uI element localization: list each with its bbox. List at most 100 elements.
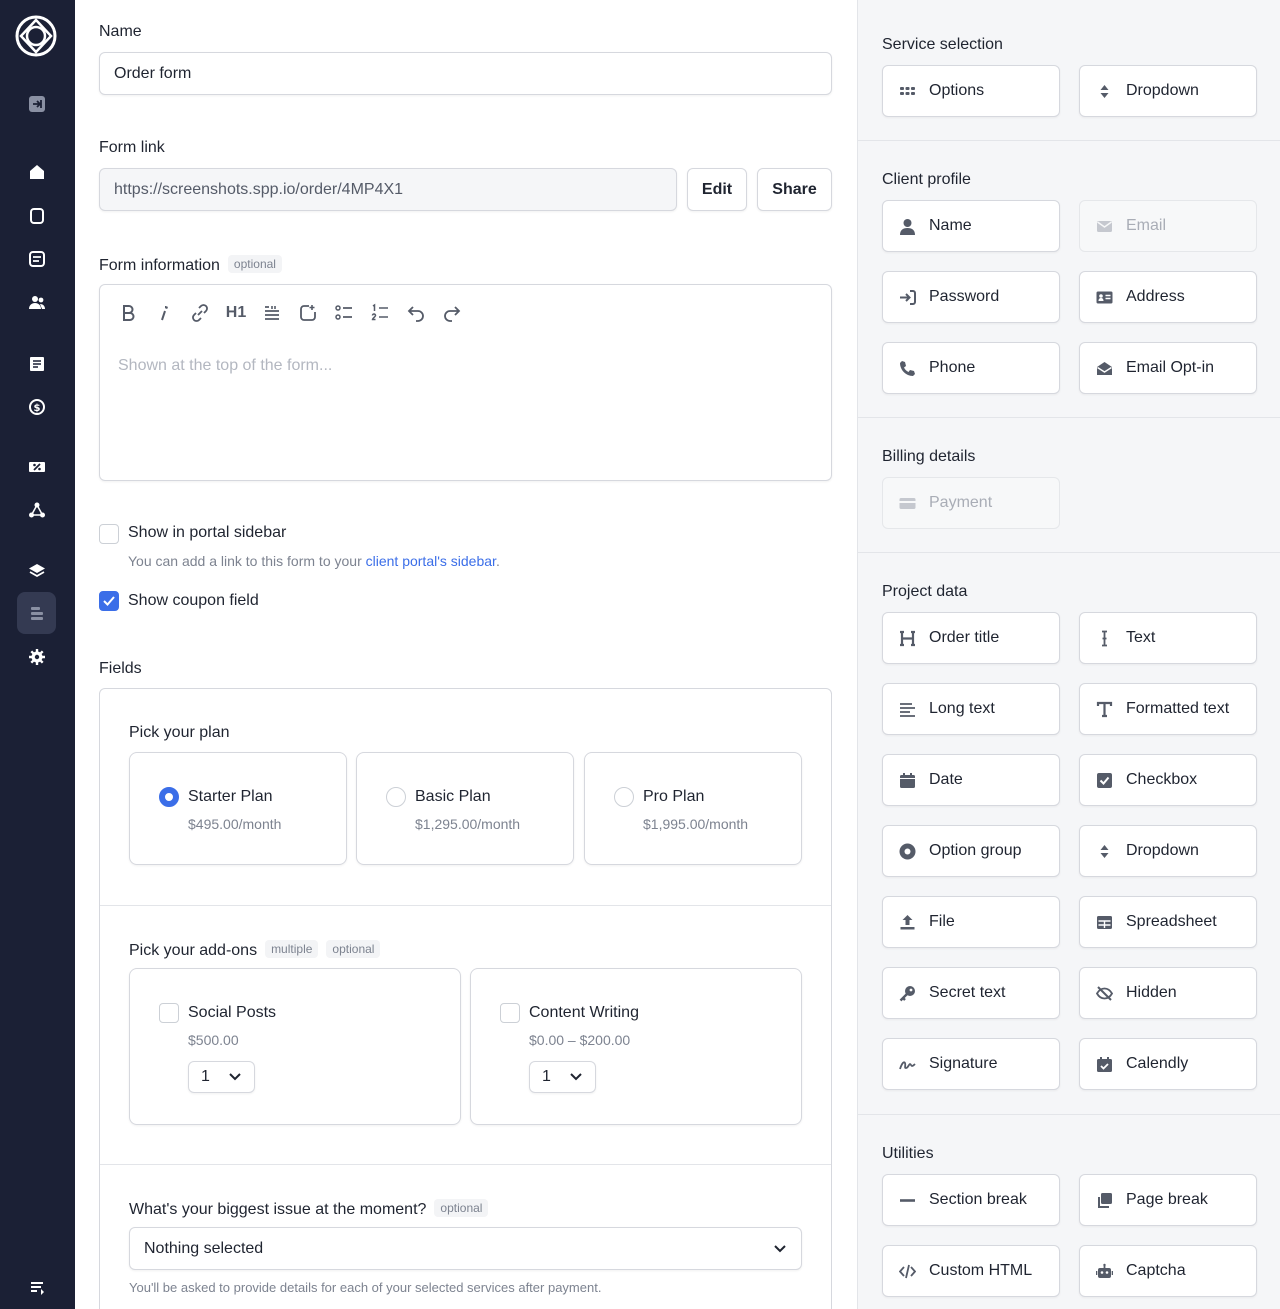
plan-card-pro[interactable]: Pro Plan $1,995.00/month — [584, 752, 802, 865]
tile-file[interactable]: File — [882, 896, 1060, 948]
svg-text:$: $ — [34, 403, 41, 414]
tile-label: Option group — [929, 842, 1022, 859]
tile-spreadsheet[interactable]: Spreadsheet — [1079, 896, 1257, 948]
tile-label: Dropdown — [1126, 82, 1199, 99]
issue-selected-value: Nothing selected — [144, 1239, 264, 1257]
tile-project-dropdown[interactable]: Dropdown — [1079, 825, 1257, 877]
undo-icon[interactable] — [404, 301, 428, 325]
tile-text[interactable]: Text — [1079, 612, 1257, 664]
addon-quantity-select[interactable]: 1 — [529, 1061, 596, 1093]
section-divider — [858, 1114, 1280, 1115]
link-icon[interactable] — [188, 301, 212, 325]
tile-section-break[interactable]: Section break — [882, 1174, 1060, 1226]
robot-icon — [1095, 1262, 1113, 1280]
show-coupon-label: Show coupon field — [128, 592, 259, 609]
addon-checkbox[interactable] — [159, 1003, 179, 1023]
text-format-icon — [1095, 700, 1113, 718]
messages-icon[interactable] — [26, 248, 48, 270]
form-editor: Name Order form Form link https://screen… — [75, 0, 857, 1309]
invoices-icon[interactable] — [26, 353, 48, 375]
bullet-list-icon[interactable] — [332, 301, 356, 325]
show-coupon-checkbox[interactable] — [99, 591, 119, 611]
quote-icon[interactable] — [260, 301, 284, 325]
tile-page-break[interactable]: Page break — [1079, 1174, 1257, 1226]
plan-card-starter[interactable]: Starter Plan $495.00/month — [129, 752, 347, 865]
tile-email-opt-in[interactable]: Email Opt-in — [1079, 342, 1257, 394]
tile-signature[interactable]: Signature — [882, 1038, 1060, 1090]
tile-date[interactable]: Date — [882, 754, 1060, 806]
changelog-icon[interactable] — [26, 1276, 48, 1298]
section-divider — [858, 140, 1280, 141]
chevron-down-icon — [570, 1073, 582, 1081]
form-link-input[interactable]: https://screenshots.spp.io/order/4MP4X1 — [99, 168, 677, 211]
calendar-icon — [898, 771, 916, 789]
tile-label: Options — [929, 82, 985, 99]
tile-captcha[interactable]: Captcha — [1079, 1245, 1257, 1297]
plan-price: $1,995.00/month — [643, 816, 749, 832]
plan-radio[interactable] — [614, 787, 634, 807]
redo-icon[interactable] — [440, 301, 464, 325]
bold-icon[interactable] — [116, 301, 140, 325]
share-link-button[interactable]: Share — [757, 168, 832, 211]
services-icon[interactable] — [26, 560, 48, 582]
tile-password[interactable]: Password — [882, 271, 1060, 323]
tile-secret-text[interactable]: Secret text — [882, 967, 1060, 1019]
fields-container: Pick your plan Starter Plan $495.00/mont… — [99, 688, 832, 1309]
form-information-editor[interactable]: H1 Shown at the top of the form... — [99, 284, 832, 481]
orders-icon[interactable] — [26, 205, 48, 227]
logo-icon[interactable] — [15, 15, 57, 57]
addon-quantity-select[interactable]: 1 — [188, 1061, 255, 1093]
plan-radio[interactable] — [386, 787, 406, 807]
tile-address[interactable]: Address — [1079, 271, 1257, 323]
biggest-issue-select[interactable]: Nothing selected — [129, 1227, 802, 1270]
numbered-list-icon[interactable] — [368, 301, 392, 325]
billing-icon[interactable]: $ — [26, 396, 48, 418]
edit-link-button[interactable]: Edit — [687, 168, 747, 211]
tile-label: Calendly — [1126, 1055, 1189, 1072]
tile-long-text[interactable]: Long text — [882, 683, 1060, 735]
tile-checkbox[interactable]: Checkbox — [1079, 754, 1257, 806]
tile-label: Signature — [929, 1055, 998, 1072]
italic-icon[interactable] — [152, 301, 176, 325]
forms-icon[interactable] — [26, 602, 48, 624]
section-divider — [100, 1164, 831, 1165]
tile-formatted-text[interactable]: Formatted text — [1079, 683, 1257, 735]
addon-card-content-writing[interactable]: Content Writing $0.00 – $200.00 1 — [470, 968, 802, 1125]
client-portal-sidebar-link[interactable]: client portal's sidebar — [366, 553, 496, 569]
tile-order-title[interactable]: Order title — [882, 612, 1060, 664]
plan-radio[interactable] — [159, 787, 179, 807]
utilities-title: Utilities — [882, 1145, 934, 1162]
tile-name[interactable]: Name — [882, 200, 1060, 252]
heading-icon[interactable]: H1 — [224, 301, 248, 325]
tile-label: Captcha — [1126, 1262, 1186, 1279]
settings-icon[interactable] — [26, 646, 48, 668]
show-in-sidebar-label: Show in portal sidebar — [128, 524, 287, 541]
clients-icon[interactable] — [26, 291, 48, 313]
tile-calendly[interactable]: Calendly — [1079, 1038, 1257, 1090]
upload-icon — [898, 913, 916, 931]
coupons-icon[interactable] — [26, 456, 48, 478]
tile-option-group[interactable]: Option group — [882, 825, 1060, 877]
addon-checkbox[interactable] — [500, 1003, 520, 1023]
tile-phone[interactable]: Phone — [882, 342, 1060, 394]
tile-options[interactable]: Options — [882, 65, 1060, 117]
show-in-sidebar-checkbox[interactable] — [99, 524, 119, 544]
checkmark-icon — [103, 596, 115, 606]
section-divider — [100, 905, 831, 906]
home-icon[interactable] — [26, 161, 48, 183]
grid-icon — [898, 82, 916, 100]
plan-card-basic[interactable]: Basic Plan $1,295.00/month — [356, 752, 574, 865]
tile-label: File — [929, 913, 955, 930]
name-input[interactable]: Order form — [99, 52, 832, 95]
form-link-label: Form link — [99, 139, 165, 156]
addon-card-social-posts[interactable]: Social Posts $500.00 1 — [129, 968, 461, 1125]
tile-custom-html[interactable]: Custom HTML — [882, 1245, 1060, 1297]
tile-hidden[interactable]: Hidden — [1079, 967, 1257, 1019]
tile-dropdown[interactable]: Dropdown — [1079, 65, 1257, 117]
tile-label: Email — [1126, 217, 1167, 234]
id-card-icon — [1095, 288, 1113, 306]
image-icon[interactable] — [296, 301, 320, 325]
tile-label: Dropdown — [1126, 842, 1199, 859]
affiliates-icon[interactable] — [26, 499, 48, 521]
expand-sidebar-icon[interactable] — [26, 93, 48, 115]
